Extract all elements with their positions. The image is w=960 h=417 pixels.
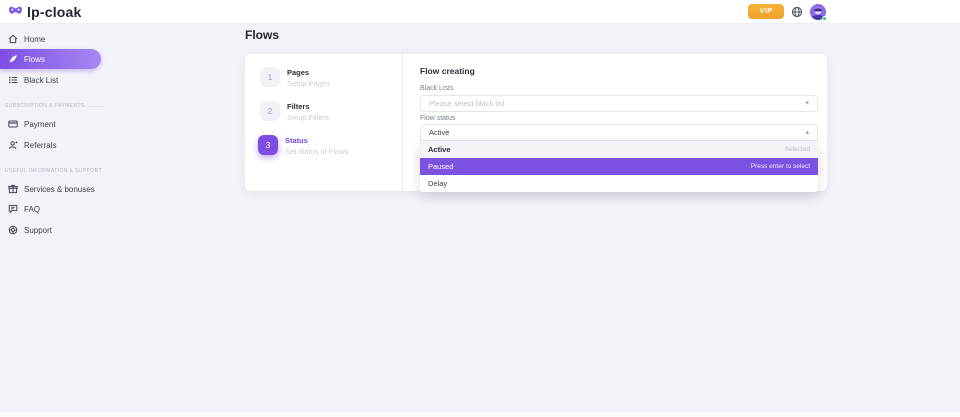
sidebar-item-label: Services & bonuses: [24, 185, 95, 194]
online-status-dot: [822, 16, 827, 21]
wizard-step-pages[interactable]: 1 Pages Setup Pages: [260, 67, 330, 88]
sidebar-item-payment[interactable]: Payment: [0, 114, 130, 134]
wizard-form-title: Flow creating: [420, 66, 475, 76]
wizard-step-filters[interactable]: 2 Filters Setup Filters: [260, 101, 329, 122]
sidebar-section-support: USEFUL INFORMATION & SUPPORT: [5, 168, 140, 174]
sidebar-item-label: Referrals: [24, 141, 56, 150]
black-list-icon: [8, 75, 18, 85]
sidebar-item-label: Support: [24, 226, 52, 235]
step-subtitle: Setup Filters: [287, 113, 329, 122]
sidebar-item-black-list[interactable]: Black List: [0, 70, 130, 90]
wizard-step-status-active[interactable]: 3 Status Set status of Flows: [258, 135, 348, 156]
step-title: Pages: [287, 68, 330, 77]
sidebar-item-support[interactable]: Support: [0, 220, 130, 240]
logo[interactable]: lp-cloak: [8, 2, 82, 21]
vip-button[interactable]: VIP: [748, 4, 784, 19]
option-paused[interactable]: Paused Press enter to select: [420, 158, 818, 175]
sidebar-item-home[interactable]: Home: [0, 29, 130, 49]
black-lists-placeholder: Please select black list: [429, 99, 805, 108]
chevron-down-icon: ▾: [805, 100, 809, 107]
referrals-icon: [8, 140, 18, 150]
horizontal-scrollbar[interactable]: [0, 412, 960, 417]
sidebar-item-label: Payment: [24, 120, 56, 129]
option-delay[interactable]: Delay: [420, 175, 818, 192]
step-subtitle: Set status of Flows: [285, 147, 348, 156]
sidebar-item-label: FAQ: [24, 205, 40, 214]
sidebar-item-services-bonuses[interactable]: Services & bonuses: [0, 179, 130, 199]
option-active[interactable]: Active Selected: [420, 141, 818, 158]
sidebar-item-label: Black List: [24, 76, 58, 85]
payment-card-icon: [8, 119, 18, 129]
sidebar-item-faq[interactable]: FAQ: [0, 199, 130, 219]
chevron-up-icon: ▴: [805, 129, 809, 136]
card-divider: [402, 54, 403, 191]
sidebar-item-flows[interactable]: Flows: [0, 49, 101, 69]
option-hint-press-enter: Press enter to select: [751, 163, 810, 170]
home-icon: [8, 34, 18, 44]
step-title: Status: [285, 136, 348, 145]
step-number-badge: 3: [258, 135, 278, 155]
step-subtitle: Setup Pages: [287, 79, 330, 88]
faq-icon: [8, 204, 18, 214]
flow-status-value: Active: [429, 128, 805, 137]
support-icon: [8, 225, 18, 235]
flow-status-label: Flow status: [420, 115, 455, 122]
flow-status-dropdown: Active Selected Paused Press enter to se…: [420, 141, 818, 192]
step-number-badge: 1: [260, 67, 280, 87]
avatar[interactable]: [810, 4, 826, 20]
black-lists-select[interactable]: Please select black list ▾: [420, 95, 818, 112]
flow-status-select[interactable]: Active ▴: [420, 124, 818, 141]
sidebar-item-label: Flows: [24, 55, 45, 64]
flows-icon: [8, 54, 18, 64]
step-number-badge: 2: [260, 101, 280, 121]
mask-logo-icon: [8, 5, 23, 18]
app-screen: lp-cloak VIP: [0, 0, 960, 417]
black-lists-label: Black Lists: [420, 85, 453, 92]
step-title: Filters: [287, 102, 329, 111]
option-hint-selected: Selected: [785, 146, 810, 153]
page-title: Flows: [245, 28, 279, 42]
logo-text: lp-cloak: [27, 4, 82, 20]
language-globe-icon[interactable]: [791, 6, 803, 18]
top-header: lp-cloak VIP: [0, 0, 960, 23]
sidebar-item-label: Home: [24, 35, 45, 44]
section-divider: [89, 106, 103, 107]
sidebar-item-referrals[interactable]: Referrals: [0, 135, 130, 155]
sidebar-section-subscription: SUBSCRIPTION & PAYMENTS: [5, 103, 140, 109]
gift-icon: [8, 184, 18, 194]
header-actions: VIP: [748, 0, 826, 23]
